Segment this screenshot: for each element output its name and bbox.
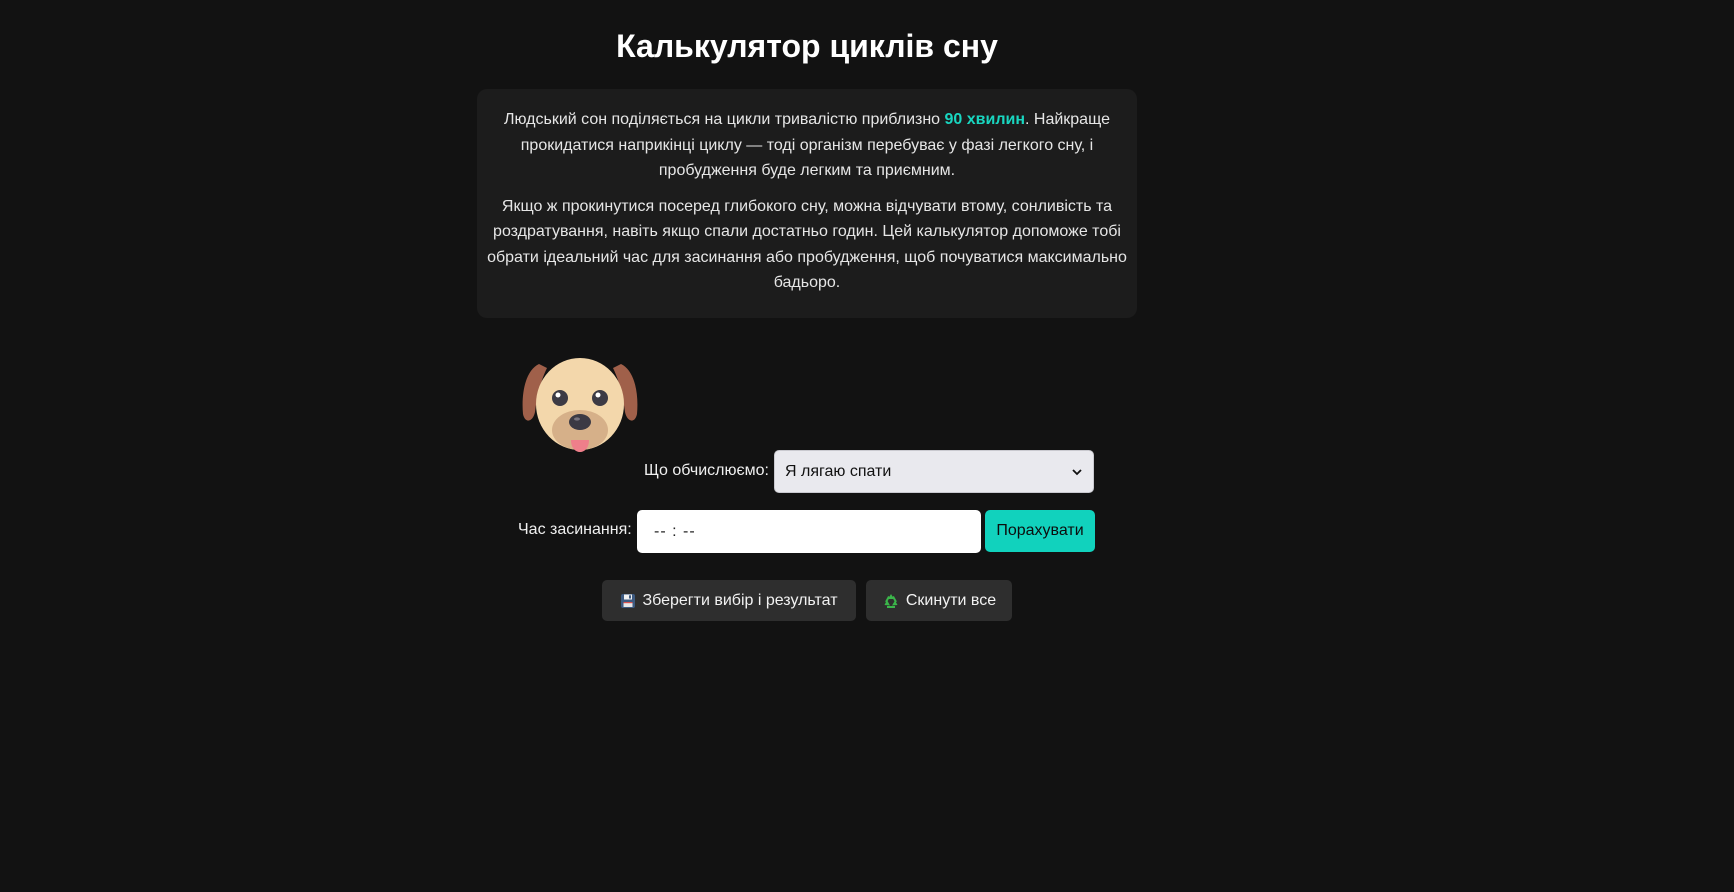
calculate-button[interactable]: Порахувати — [985, 510, 1095, 552]
reset-button-label: Скинути все — [905, 591, 997, 609]
cycle-duration-highlight: 90 хвилин — [944, 111, 1025, 128]
recycle-icon — [882, 592, 900, 610]
sleep-calculator-page: Калькулятор циклів сну Людський сон поді… — [0, 0, 1734, 892]
sleep-time-label: Час засинання: — [518, 521, 632, 538]
sleep-time-input[interactable]: -- : -- — [637, 510, 981, 553]
mode-selected-value: Я лягаю спати — [785, 462, 892, 480]
floppy-disk-icon — [620, 593, 636, 609]
sleep-time-value: -- : -- — [654, 522, 696, 540]
intro-panel: Людський сон поділяється на цикли тривал… — [477, 89, 1137, 318]
save-button[interactable]: Зберегти вибір і результат — [602, 580, 856, 621]
intro-paragraph-2: Якщо ж прокинутися посеред глибокого сну… — [487, 197, 1127, 292]
page-title: Калькулятор циклів сну — [616, 28, 998, 64]
mode-label: Що обчислюємо: — [644, 462, 769, 479]
mode-select[interactable]: Я лягаю спати — [774, 450, 1094, 493]
dog-face-icon — [522, 358, 638, 452]
intro-paragraph-1: Людський сон поділяється на цикли тривал… — [485, 107, 1129, 184]
chevron-down-icon — [1072, 468, 1082, 475]
reset-button[interactable]: Скинути все — [866, 580, 1012, 621]
save-button-label: Зберегти вибір і результат — [642, 591, 838, 609]
intro-text-start: Людський сон поділяється на цикли тривал… — [504, 111, 945, 128]
